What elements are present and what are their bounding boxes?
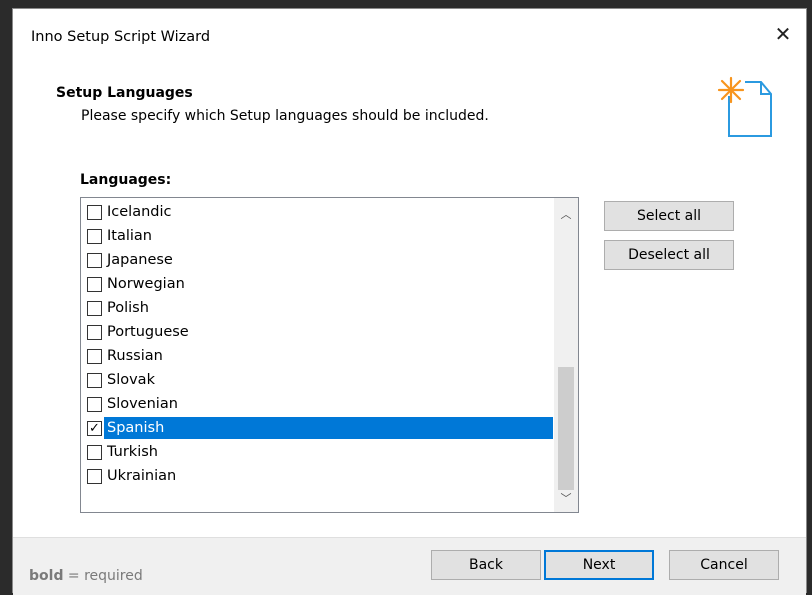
window-title: Inno Setup Script Wizard (31, 29, 211, 45)
list-item[interactable]: Russian (81, 344, 553, 368)
language-checkbox[interactable] (87, 468, 102, 484)
language-label: Japanese (107, 252, 173, 268)
language-label: Icelandic (107, 204, 172, 220)
language-checkbox[interactable] (87, 228, 102, 244)
language-label: Polish (107, 300, 149, 316)
new-document-star-icon (717, 76, 772, 137)
scroll-up-button[interactable]: ︿ (554, 202, 578, 226)
close-button[interactable]: ✕ (760, 9, 806, 59)
language-label: Italian (107, 228, 152, 244)
required-hint-text: = required (63, 568, 143, 584)
back-button[interactable]: Back (431, 550, 541, 580)
language-checkbox[interactable] (87, 252, 102, 268)
language-label: Spanish (104, 417, 553, 439)
language-checkbox[interactable] (87, 204, 102, 220)
languages-label: Languages: (80, 172, 172, 188)
list-item[interactable]: Slovenian (81, 392, 553, 416)
list-item[interactable]: Slovak (81, 368, 553, 392)
scroll-down-button[interactable]: ﹀ (554, 486, 578, 510)
list-item[interactable]: Polish (81, 296, 553, 320)
chevron-down-icon: ﹀ (560, 492, 572, 505)
select-all-button[interactable]: Select all (604, 201, 734, 231)
language-checkbox[interactable] (87, 396, 102, 412)
page-title: Setup Languages (56, 85, 193, 101)
wizard-footer: bold = required Back Next Cancel (13, 537, 806, 595)
language-checkbox[interactable]: ✓ (87, 420, 102, 436)
language-label: Norwegian (107, 276, 185, 292)
list-item[interactable]: ✓ Spanish (81, 416, 553, 440)
list-item[interactable]: Portuguese (81, 320, 553, 344)
wizard-window: Inno Setup Script Wizard ✕ Setup Languag… (12, 8, 807, 595)
title-bar: Inno Setup Script Wizard ✕ (13, 9, 806, 59)
list-item[interactable]: Icelandic (81, 200, 553, 224)
checkmark-icon: ✓ (89, 420, 100, 436)
wizard-header: Setup Languages Please specify which Set… (13, 59, 806, 159)
language-checkbox[interactable] (87, 444, 102, 460)
language-checkbox[interactable] (87, 300, 102, 316)
languages-list: Icelandic Italian Japanese Norwegian Polish P… (81, 200, 553, 488)
page-subtitle: Please specify which Setup languages sho… (81, 108, 489, 124)
cancel-button[interactable]: Cancel (669, 550, 779, 580)
languages-listbox[interactable]: Icelandic Italian Japanese Norwegian Polish P… (80, 197, 579, 513)
language-checkbox[interactable] (87, 276, 102, 292)
scrollbar-thumb[interactable] (558, 367, 574, 490)
vertical-scrollbar[interactable]: ︿ ﹀ (554, 198, 578, 512)
required-hint: bold = required (29, 568, 143, 584)
language-label: Ukrainian (107, 468, 177, 484)
language-checkbox[interactable] (87, 324, 102, 340)
list-item[interactable]: Japanese (81, 248, 553, 272)
list-item[interactable]: Norwegian (81, 272, 553, 296)
language-label: Portuguese (107, 324, 189, 340)
list-item[interactable]: Italian (81, 224, 553, 248)
language-checkbox[interactable] (87, 372, 102, 388)
list-item[interactable]: Turkish (81, 440, 553, 464)
list-item[interactable]: Ukrainian (81, 464, 553, 488)
language-checkbox[interactable] (87, 348, 102, 364)
next-button[interactable]: Next (544, 550, 654, 580)
required-hint-bold: bold (29, 568, 64, 584)
language-label: Russian (107, 348, 163, 364)
language-label: Slovenian (107, 396, 178, 412)
deselect-all-button[interactable]: Deselect all (604, 240, 734, 270)
language-label: Slovak (107, 372, 155, 388)
language-label: Turkish (107, 444, 158, 460)
chevron-up-icon: ︿ (560, 208, 572, 221)
close-icon: ✕ (774, 22, 792, 46)
